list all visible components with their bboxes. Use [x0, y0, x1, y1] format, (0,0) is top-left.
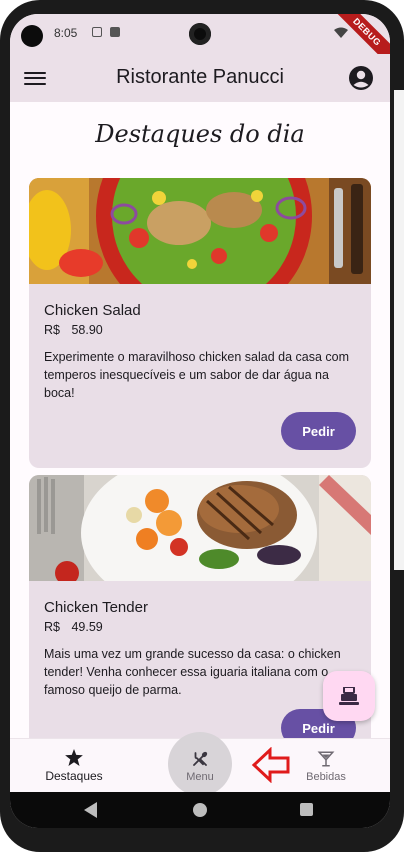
dish-name: Chicken Salad [44, 302, 141, 319]
nav-item-menu[interactable]: Menu [160, 739, 240, 793]
price-value: 58.90 [71, 323, 103, 337]
dish-description: Mais uma vez um grande sucesso da casa: … [44, 647, 341, 697]
nav-label: Bebidas [306, 770, 346, 783]
section-title: Destaques do dia [95, 120, 305, 148]
app-title: Ristorante Panucci [116, 66, 284, 88]
notification-icon [92, 27, 102, 37]
chicken-salad-image [29, 178, 371, 284]
notification-icon [110, 27, 120, 37]
punch-hole-camera [189, 23, 211, 45]
dish-description: Experimente o maravilhoso chicken salad … [44, 350, 350, 400]
chicken-tender-image [29, 475, 371, 581]
system-navigation-bar [10, 792, 390, 828]
order-button[interactable]: Pedir [281, 412, 356, 450]
recents-icon[interactable] [300, 803, 313, 816]
front-camera [21, 25, 43, 47]
nav-label: Menu [186, 770, 214, 783]
annotation-arrow-icon [251, 747, 290, 783]
point-of-sale-icon [339, 687, 359, 705]
dish-price: R$ 58.90 [44, 323, 103, 337]
restaurant-icon [193, 751, 208, 766]
bottom-navigation: Destaques Menu Bebidas [10, 732, 390, 796]
dish-name: Chicken Tender [44, 599, 148, 616]
account-icon[interactable] [348, 65, 374, 91]
nav-label: Destaques [45, 769, 103, 783]
back-icon[interactable] [84, 802, 98, 818]
cart-fab[interactable] [323, 671, 375, 721]
dish-price: R$ 49.59 [44, 620, 103, 634]
nav-item-bebidas[interactable]: Bebidas [286, 739, 366, 793]
highlights-list[interactable]: Destaques do dia Chicken Salad R$ 58.90 … [10, 102, 390, 738]
background-window-edge [394, 90, 404, 570]
star-icon [65, 749, 83, 766]
wifi-icon [334, 27, 348, 38]
status-bar: 8:05 DEBUG [10, 14, 390, 70]
price-value: 49.59 [71, 620, 103, 634]
status-time: 8:05 [54, 26, 78, 40]
home-icon[interactable] [193, 803, 207, 817]
price-currency: R$ [44, 323, 60, 337]
dish-card: Chicken Salad R$ 58.90 Experimente o mar… [29, 178, 371, 468]
nav-item-destaques[interactable]: Destaques [34, 739, 114, 793]
cocktail-icon [317, 751, 335, 766]
phone-screen: 8:05 DEBUG Ristorante Panucci Destaques … [10, 14, 390, 828]
dish-card: Chicken Tender R$ 49.59 Mais uma vez um … [29, 475, 371, 738]
price-currency: R$ [44, 620, 60, 634]
app-bar: Ristorante Panucci [10, 54, 390, 102]
